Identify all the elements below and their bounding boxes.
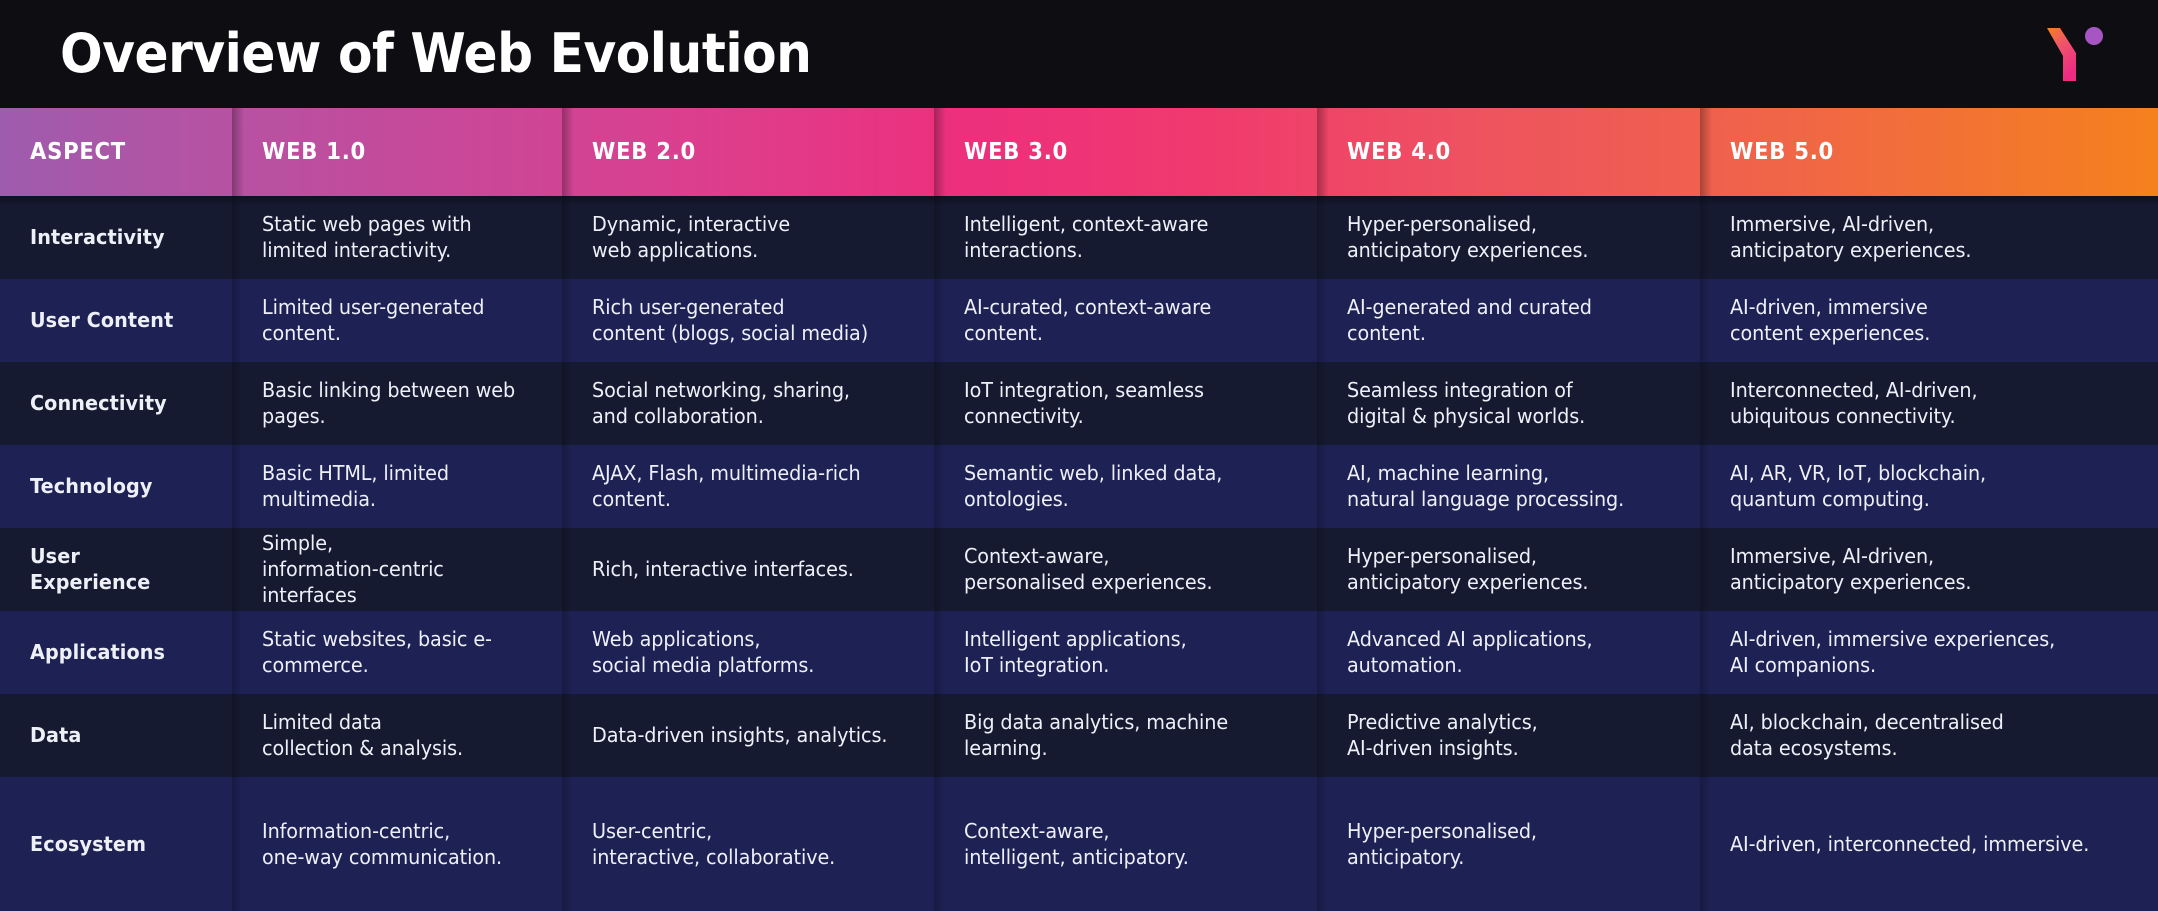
cell-data-web5: AI, blockchain, decentralised data ecosy… (1700, 693, 2158, 777)
cell-applications-web5: AI-driven, immersive experiences, AI com… (1700, 610, 2158, 694)
row-label-applications: Applications (30, 640, 166, 665)
page-title: Overview of Web Evolution (60, 22, 812, 85)
cell-user-experience-web5: Immersive, AI-driven, anticipatory exper… (1700, 527, 2158, 611)
row-label-user-experience: User Experience (30, 544, 151, 595)
cell-applications-web3: Intelligent applications, IoT integratio… (934, 610, 1317, 694)
cell-ecosystem-web3: Context-aware, intelligent, anticipatory… (934, 776, 1317, 911)
cell-user-content-web3: AI-curated, context-aware content. (934, 278, 1317, 362)
cell-data-web1: Limited data collection & analysis. (232, 693, 562, 777)
brand-logo-y-mark (2044, 23, 2110, 85)
row-label-interactivity: Interactivity (30, 225, 165, 250)
cell-ecosystem-web4: Hyper-personalised, anticipatory. (1317, 776, 1700, 911)
cell-technology-web3: Semantic web, linked data, ontologies. (934, 444, 1317, 528)
table-row: Applications Static websites, basic e-co… (0, 610, 2158, 694)
table-row: User Content Limited user-generated cont… (0, 278, 2158, 362)
cell-connectivity-web5: Interconnected, AI-driven, ubiquitous co… (1700, 361, 2158, 445)
title-bar: Overview of Web Evolution (0, 0, 2158, 108)
column-header-web2: WEB 2.0 (562, 108, 934, 196)
column-header-web1: WEB 1.0 (232, 108, 562, 196)
cell-interactivity-web4: Hyper-personalised, anticipatory experie… (1317, 196, 1700, 279)
cell-user-experience-web2: Rich, interactive interfaces. (562, 527, 934, 611)
cell-ecosystem-web1: Information-centric, one-way communicati… (232, 776, 562, 911)
cell-technology-web4: AI, machine learning, natural language p… (1317, 444, 1700, 528)
cell-applications-web4: Advanced AI applications, automation. (1317, 610, 1700, 694)
cell-user-content-web2: Rich user-generated content (blogs, soci… (562, 278, 934, 362)
infographic-root: Overview of Web Evolution ASPECT WEB 1.0… (0, 0, 2158, 911)
row-label-ecosystem: Ecosystem (30, 831, 147, 856)
cell-technology-web5: AI, AR, VR, IoT, blockchain, quantum com… (1700, 444, 2158, 528)
cell-interactivity-web5: Immersive, AI-driven, anticipatory exper… (1700, 196, 2158, 279)
cell-connectivity-web3: IoT integration, seamless connectivity. (934, 361, 1317, 445)
table-row: Connectivity Basic linking between web p… (0, 361, 2158, 445)
column-header-label: WEB 1.0 (262, 139, 366, 165)
cell-data-web2: Data-driven insights, analytics. (562, 693, 934, 777)
table-row: Data Limited data collection & analysis.… (0, 693, 2158, 777)
column-header-web3: WEB 3.0 (934, 108, 1317, 196)
row-label-user-content: User Content (30, 308, 174, 333)
cell-interactivity-web3: Intelligent, context-aware interactions. (934, 196, 1317, 279)
cell-interactivity-web1: Static web pages with limited interactiv… (232, 196, 562, 279)
cell-user-content-web1: Limited user-generated content. (232, 278, 562, 362)
cell-technology-web2: AJAX, Flash, multimedia-rich content. (562, 444, 934, 528)
cell-user-content-web4: AI-generated and curated content. (1317, 278, 1700, 362)
cell-user-experience-web4: Hyper-personalised, anticipatory experie… (1317, 527, 1700, 611)
comparison-table: ASPECT WEB 1.0 WEB 2.0 WEB 3.0 WEB 4.0 W… (0, 108, 2158, 911)
table-header-row: ASPECT WEB 1.0 WEB 2.0 WEB 3.0 WEB 4.0 W… (0, 108, 2158, 206)
column-header-web5: WEB 5.0 (1700, 108, 2158, 196)
cell-ecosystem-web2: User-centric, interactive, collaborative… (562, 776, 934, 911)
cell-applications-web1: Static websites, basic e-commerce. (232, 610, 562, 694)
column-header-label: WEB 2.0 (592, 139, 696, 165)
table-row: Interactivity Static web pages with limi… (0, 196, 2158, 279)
column-header-label: WEB 3.0 (964, 139, 1068, 165)
cell-user-content-web5: AI-driven, immersive content experiences… (1700, 278, 2158, 362)
row-label-data: Data (30, 723, 82, 748)
row-label-connectivity: Connectivity (30, 391, 167, 416)
column-header-label: WEB 4.0 (1347, 139, 1451, 165)
column-header-aspect: ASPECT (0, 108, 232, 196)
cell-data-web3: Big data analytics, machine learning. (934, 693, 1317, 777)
cell-data-web4: Predictive analytics, AI-driven insights… (1317, 693, 1700, 777)
cell-interactivity-web2: Dynamic, interactive web applications. (562, 196, 934, 279)
cell-applications-web2: Web applications, social media platforms… (562, 610, 934, 694)
column-header-label: WEB 5.0 (1730, 139, 1834, 165)
cell-user-experience-web1: Simple, information-centric interfaces (232, 527, 562, 611)
cell-connectivity-web4: Seamless integration of digital & physic… (1317, 361, 1700, 445)
cell-ecosystem-web5: AI-driven, interconnected, immersive. (1700, 776, 2158, 911)
cell-technology-web1: Basic HTML, limited multimedia. (232, 444, 562, 528)
column-header-web4: WEB 4.0 (1317, 108, 1700, 196)
table-row: Technology Basic HTML, limited multimedi… (0, 444, 2158, 528)
cell-connectivity-web1: Basic linking between web pages. (232, 361, 562, 445)
row-label-technology: Technology (30, 474, 153, 499)
column-header-label: ASPECT (30, 139, 126, 165)
cell-connectivity-web2: Social networking, sharing, and collabor… (562, 361, 934, 445)
cell-user-experience-web3: Context-aware, personalised experiences. (934, 527, 1317, 611)
table-row: User Experience Simple, information-cent… (0, 527, 2158, 611)
table-row: Ecosystem Information-centric, one-way c… (0, 776, 2158, 911)
